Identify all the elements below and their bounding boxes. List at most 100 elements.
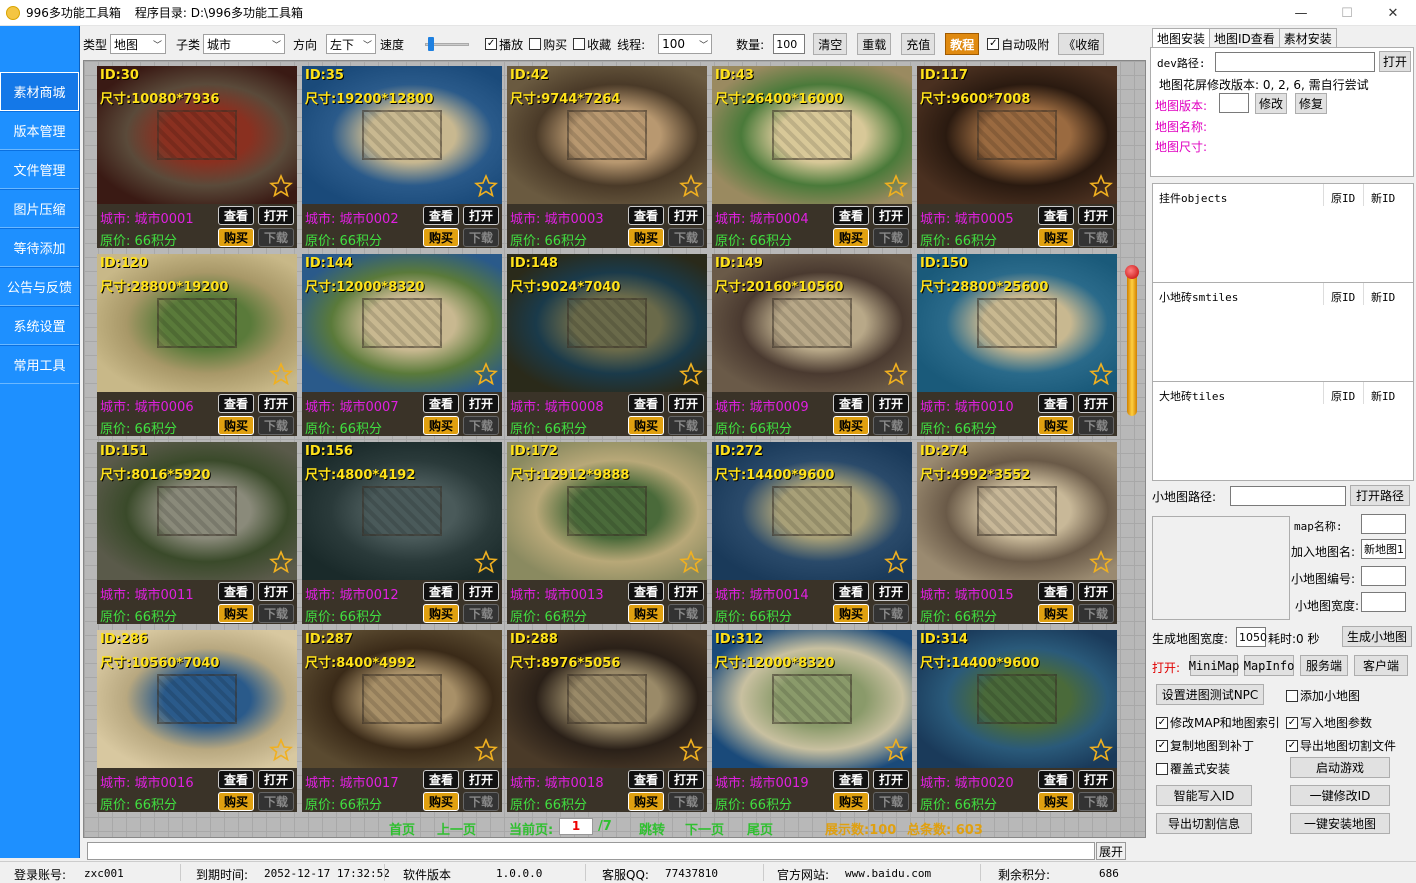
checkbox[interactable]: ✓ [1156, 716, 1168, 729]
one-click-install-map-button[interactable]: 一键安装地图 [1290, 813, 1390, 834]
open-button[interactable]: 打开 [463, 206, 499, 225]
speed-slider[interactable] [425, 34, 470, 54]
map-card[interactable]: ID:151 尺寸:8016*5920 城市: 城市0011 原价: 66积分 查看 打开… [97, 442, 297, 625]
buy-button[interactable]: 购买 [833, 228, 869, 247]
checkbox[interactable] [573, 38, 586, 50]
download-button[interactable]: 下载 [463, 792, 499, 811]
buy-button[interactable]: 购买 [628, 604, 664, 623]
subtype-select[interactable]: 城市 ﹀ [203, 34, 286, 54]
checkbox[interactable]: ✓ [1156, 739, 1168, 752]
copy-map-checkbox[interactable]: ✓ 复制地图到补丁 [1156, 737, 1254, 754]
map-card[interactable]: ID:117 尺寸:9600*7008 城市: 城市0005 原价: 66积分 查看 打开… [917, 66, 1117, 249]
jump-link[interactable]: 跳转 [639, 819, 665, 838]
download-button[interactable]: 下载 [1078, 228, 1114, 247]
map-name2-input[interactable] [1361, 514, 1406, 534]
map-card[interactable]: ID:42 尺寸:9744*7264 城市: 城市0003 原价: 66积分 查看 打开购… [507, 66, 707, 249]
favorite-star-icon[interactable] [473, 549, 499, 574]
view-button[interactable]: 查看 [1038, 582, 1074, 601]
open-button[interactable]: 打开 [668, 582, 704, 601]
overwrite-checkbox[interactable]: 覆盖式安装 [1156, 760, 1230, 777]
next-page-link[interactable]: 下一页 [685, 819, 724, 838]
map-card[interactable]: ID:288 尺寸:8976*5056 城市: 城市0018 原价: 66积分 查看 打开… [507, 630, 707, 813]
dev-path-input[interactable] [1215, 52, 1375, 72]
map-thumbnail[interactable]: ID:30 尺寸:10080*7936 [97, 66, 297, 204]
smart-write-id-button[interactable]: 智能写入ID [1156, 785, 1252, 806]
map-thumbnail[interactable]: ID:314 尺寸:14400*9600 [917, 630, 1117, 768]
open-button[interactable]: 打开 [258, 770, 294, 789]
map-thumbnail[interactable]: ID:35 尺寸:19200*12800 [302, 66, 502, 204]
minimize-icon[interactable]: — [1278, 0, 1324, 26]
buy-button[interactable]: 购买 [423, 792, 459, 811]
checkbox[interactable]: ✓ [1286, 739, 1298, 752]
download-button[interactable]: 下载 [258, 228, 294, 247]
view-button[interactable]: 查看 [833, 582, 869, 601]
tutorial-button[interactable]: 教程 [945, 33, 980, 55]
favorite-star-icon[interactable] [268, 737, 294, 762]
download-button[interactable]: 下载 [668, 792, 704, 811]
buy-button[interactable]: 购买 [628, 792, 664, 811]
maximize-icon[interactable]: ☐ [1324, 0, 1370, 26]
view-button[interactable]: 查看 [1038, 770, 1074, 789]
open-server-button[interactable]: 服务端 [1300, 655, 1348, 676]
bought-checkbox[interactable]: 购买 [529, 36, 567, 53]
modify-map-checkbox[interactable]: ✓ 修改MAP和地图索引 [1156, 714, 1280, 731]
favorite-star-icon[interactable] [883, 737, 909, 762]
thread-select[interactable]: 100 ﹀ [658, 34, 713, 54]
buy-button[interactable]: 购买 [423, 604, 459, 623]
buy-button[interactable]: 购买 [1038, 228, 1074, 247]
favorite-star-icon[interactable] [268, 173, 294, 198]
view-button[interactable]: 查看 [218, 394, 254, 413]
download-button[interactable]: 下载 [463, 416, 499, 435]
play-checkbox[interactable]: ✓ 播放 [485, 36, 523, 53]
buy-button[interactable]: 购买 [628, 416, 664, 435]
map-thumbnail[interactable]: ID:43 尺寸:26400*16000 [712, 66, 912, 204]
map-card[interactable]: ID:314 尺寸:14400*9600 城市: 城市0020 原价: 66积分 查看打… [917, 630, 1117, 813]
sidebar-item[interactable]: 公告与反馈 [0, 267, 79, 306]
view-button[interactable]: 查看 [628, 394, 664, 413]
view-button[interactable]: 查看 [628, 582, 664, 601]
last-page-link[interactable]: 尾页 [747, 819, 773, 838]
map-thumbnail[interactable]: ID:150 尺寸:28800*25600 [917, 254, 1117, 392]
checkbox[interactable] [529, 38, 542, 50]
open-button[interactable]: 打开 [258, 582, 294, 601]
favorite-star-icon[interactable] [883, 549, 909, 574]
buy-button[interactable]: 购买 [1038, 792, 1074, 811]
map-thumbnail[interactable]: ID:286 尺寸:10560*7040 [97, 630, 297, 768]
map-card[interactable]: ID:274 尺寸:4992*3552 城市: 城市0015 原价: 66积分 查看 打开… [917, 442, 1117, 625]
map-thumbnail[interactable]: ID:156 尺寸:4800*4192 [302, 442, 502, 580]
favorite-star-icon[interactable] [473, 737, 499, 762]
open-button[interactable]: 打开 [463, 770, 499, 789]
buy-button[interactable]: 购买 [1038, 604, 1074, 623]
map-version-input[interactable] [1219, 93, 1249, 113]
map-thumbnail[interactable]: ID:42 尺寸:9744*7264 [507, 66, 707, 204]
favorite-star-icon[interactable] [678, 737, 704, 762]
map-thumbnail[interactable]: ID:120 尺寸:28800*19200 [97, 254, 297, 392]
map-card[interactable]: ID:30 尺寸:10080*7936 城市: 城市0001 原价: 66积分 查看 打开… [97, 66, 297, 249]
view-button[interactable]: 查看 [833, 394, 869, 413]
buy-button[interactable]: 购买 [833, 792, 869, 811]
view-button[interactable]: 查看 [1038, 394, 1074, 413]
favorite-star-icon[interactable] [678, 173, 704, 198]
map-thumbnail[interactable]: ID:172 尺寸:12912*9888 [507, 442, 707, 580]
favorite-star-icon[interactable] [883, 173, 909, 198]
add-minimap-checkbox[interactable]: 添加小地图 [1286, 687, 1360, 704]
map-thumbnail[interactable]: ID:288 尺寸:8976*5056 [507, 630, 707, 768]
add-map-name-input[interactable]: 新地图1 [1361, 539, 1406, 559]
id-mapping-list[interactable]: 挂件objects 原ID 新ID [1152, 183, 1414, 283]
open-button[interactable]: 打开 [873, 206, 909, 225]
scrollbar-knob-icon[interactable] [1125, 265, 1139, 279]
map-card[interactable]: ID:312 尺寸:12000*8320 城市: 城市0019 原价: 66积分 查看打… [712, 630, 912, 813]
reload-button[interactable]: 重载 [857, 33, 892, 55]
favorite-star-icon[interactable] [1088, 173, 1114, 198]
buy-button[interactable]: 购买 [628, 228, 664, 247]
favorite-checkbox[interactable]: 收藏 [573, 36, 611, 53]
view-button[interactable]: 查看 [423, 394, 459, 413]
open-button[interactable]: 打开 [668, 206, 704, 225]
buy-button[interactable]: 购买 [218, 416, 254, 435]
buy-button[interactable]: 购买 [218, 792, 254, 811]
map-thumbnail[interactable]: ID:274 尺寸:4992*3552 [917, 442, 1117, 580]
checkbox[interactable] [1286, 689, 1298, 702]
view-button[interactable]: 查看 [1038, 206, 1074, 225]
map-card[interactable]: ID:286 尺寸:10560*7040 城市: 城市0016 原价: 66积分 查看打… [97, 630, 297, 813]
open-button[interactable]: 打开 [1078, 582, 1114, 601]
